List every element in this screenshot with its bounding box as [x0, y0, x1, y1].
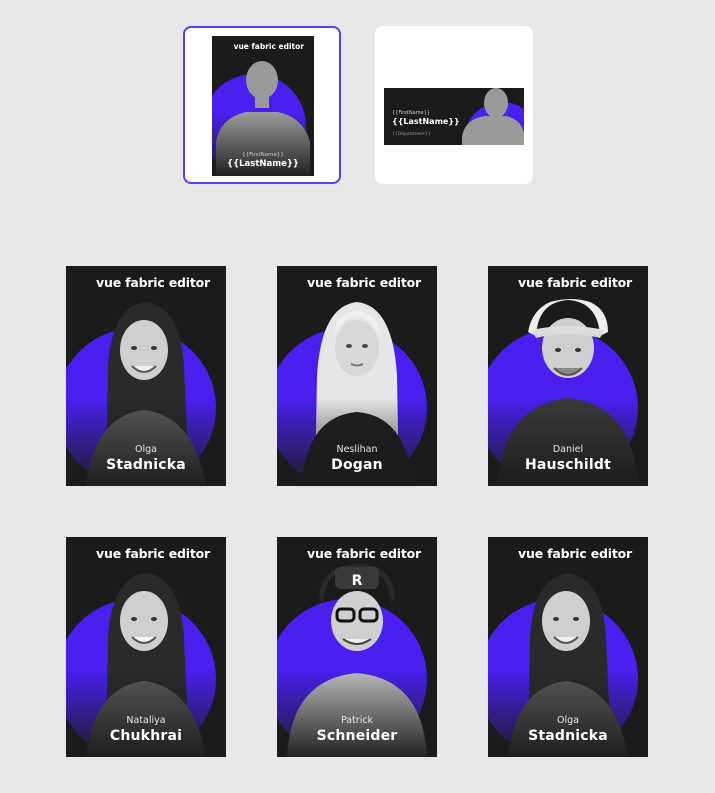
card-brand: vue fabric editor: [518, 546, 632, 561]
card-last-name: Schneider: [316, 728, 398, 744]
card-first-name: Neslihan: [336, 444, 378, 455]
card-brand: vue fabric editor: [96, 275, 210, 290]
template-portrait-preview: vue fabric editor {{FirstName}} {{LastNa…: [212, 36, 314, 176]
card-first-name: Olga: [557, 715, 579, 726]
card-first-name: Patrick: [340, 715, 374, 726]
template-brand: vue fabric editor: [233, 42, 304, 51]
badge-card[interactable]: vue fabric editor Nataliya Chukhrai: [66, 537, 226, 757]
badge-card[interactable]: vue fabric editor Daniel Hauschildt: [488, 266, 648, 486]
badge-card[interactable]: R vue fabric editor Patrick Schneider: [277, 537, 437, 757]
template-landscape-option[interactable]: {{FirstName}} {{LastName}} {{Department}…: [375, 26, 533, 184]
card-last-name: Stadnicka: [106, 457, 186, 473]
badge-card[interactable]: vue fabric editor Olga Stadnicka: [66, 266, 226, 486]
card-first-name: Olga: [135, 444, 157, 455]
badge-card[interactable]: vue fabric editor Neslihan Dogan: [277, 266, 437, 486]
card-last-name: Dogan: [331, 457, 383, 473]
template-department-placeholder: {{Department}}: [392, 132, 431, 137]
card-brand: vue fabric editor: [307, 275, 421, 290]
card-last-name: Stadnicka: [528, 728, 608, 744]
badge-card[interactable]: vue fabric editor Olga Stadnicka: [488, 537, 648, 757]
template-last-name-placeholder: {{LastName}}: [392, 117, 460, 126]
template-first-name-placeholder: {{FirstName}}: [242, 152, 284, 158]
template-first-name-placeholder: {{FirstName}}: [392, 110, 430, 116]
card-brand: vue fabric editor: [307, 546, 421, 561]
card-brand: vue fabric editor: [96, 546, 210, 561]
card-last-name: Hauschildt: [524, 457, 612, 473]
card-first-name: Daniel: [552, 444, 584, 455]
template-landscape-preview: {{FirstName}} {{LastName}} {{Department}…: [384, 88, 524, 145]
card-first-name: Nataliya: [126, 715, 166, 726]
template-last-name-placeholder: {{LastName}}: [227, 159, 299, 169]
template-portrait-option[interactable]: vue fabric editor {{FirstName}} {{LastNa…: [183, 26, 341, 184]
card-last-name: Chukhrai: [109, 728, 183, 744]
card-brand: vue fabric editor: [518, 275, 632, 290]
